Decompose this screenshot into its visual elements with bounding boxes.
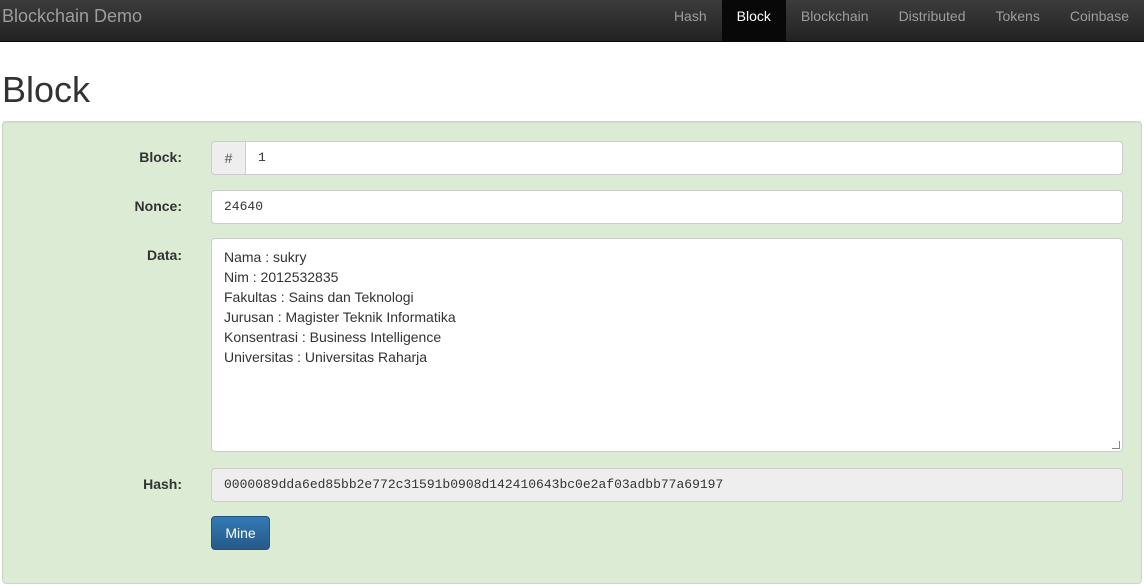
nav-menu: Hash Block Blockchain Distributed Tokens…: [659, 0, 1144, 41]
hash-label: Hash:: [143, 476, 182, 492]
block-panel: Block: # 1 Nonce: 24640 Data: Nama : suk…: [2, 121, 1142, 584]
resize-handle-icon[interactable]: [1112, 441, 1120, 449]
data-label: Data:: [146, 247, 182, 263]
nav-item-blockchain[interactable]: Blockchain: [786, 0, 884, 41]
nonce-input[interactable]: 24640: [211, 190, 1123, 224]
nav-item-block[interactable]: Block: [721, 0, 786, 41]
data-line: Nama : sukry: [224, 249, 307, 265]
data-line: Fakultas : Sains dan Teknologi: [224, 289, 414, 305]
nav-item-tokens[interactable]: Tokens: [980, 0, 1054, 41]
nav-item-coinbase[interactable]: Coinbase: [1055, 0, 1144, 41]
nav-item-distributed[interactable]: Distributed: [884, 0, 981, 41]
block-number-input[interactable]: 1: [245, 141, 1123, 175]
block-label: Block:: [139, 149, 182, 165]
data-textarea[interactable]: Nama : sukry Nim : 2012532835 Fakultas :…: [211, 238, 1123, 452]
data-line: Konsentrasi : Business Intelligence: [224, 329, 442, 345]
hash-output: 0000089dda6ed85bb2e772c31591b0908d142410…: [211, 468, 1123, 502]
block-number-addon: #: [211, 141, 246, 175]
data-line: Universitas : Universitas Raharja: [224, 349, 428, 365]
nav-item-hash[interactable]: Hash: [659, 0, 722, 41]
top-navbar: Blockchain Demo Hash Block Blockchain Di…: [0, 0, 1144, 42]
nonce-label: Nonce:: [134, 198, 182, 214]
mine-button[interactable]: Mine: [211, 516, 270, 550]
page-title: Block: [2, 69, 91, 110]
navbar-brand[interactable]: Blockchain Demo: [2, 0, 142, 42]
data-line: Nim : 2012532835: [224, 269, 339, 285]
data-line: Jurusan : Magister Teknik Informatika: [224, 309, 456, 325]
